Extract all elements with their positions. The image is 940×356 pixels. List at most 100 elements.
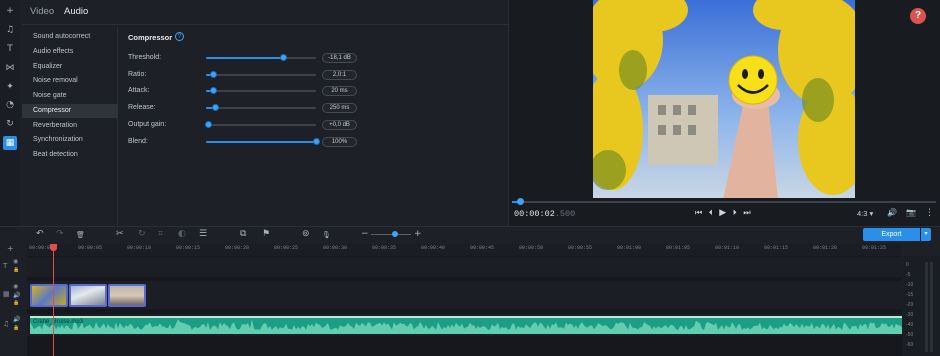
tab-audio[interactable]: Audio (64, 6, 88, 17)
color-adjust-icon[interactable]: ◐ (178, 229, 186, 239)
skip-start-icon[interactable]: ⏮ (695, 208, 702, 217)
zoom-out-button[interactable]: − (361, 229, 369, 239)
redo-icon[interactable]: ↷ (56, 229, 64, 239)
output-gain-value[interactable]: +0,0 dB (322, 120, 357, 130)
tab-divider (22, 24, 508, 25)
undo-icon[interactable]: ↶ (36, 229, 44, 239)
add-track-icon[interactable]: + (7, 244, 14, 253)
microphone-icon[interactable]: 🎙 (322, 231, 331, 239)
overlay-icon[interactable]: ⧉ (240, 229, 246, 239)
blend-value[interactable]: 100% (322, 137, 357, 147)
zoom-slider[interactable] (371, 231, 411, 237)
help-icon[interactable]: ? (175, 32, 184, 41)
transitions-icon[interactable]: ⋈ (3, 61, 17, 75)
video-track-lane[interactable] (27, 281, 902, 309)
volume-icon[interactable]: 🔊 (13, 292, 20, 299)
sidebar-item-compressor[interactable]: Compressor (22, 104, 118, 118)
export-dropdown-icon[interactable]: ▾ (921, 228, 931, 241)
ruler-tick-label: 00:01:10 (715, 245, 740, 251)
snapshot-icon[interactable]: 📷 (906, 208, 916, 217)
video-clip-2[interactable] (69, 284, 107, 307)
sidebar-item-synchronization[interactable]: Synchronization (22, 133, 118, 147)
output-gain-slider[interactable] (205, 121, 316, 128)
preview-frame-image (593, 0, 855, 198)
aspect-ratio-select[interactable]: 4:3 ▾ (857, 209, 873, 218)
title-track-lane[interactable] (27, 257, 902, 277)
more-icon[interactable]: ⋮ (925, 208, 934, 218)
transport-controls: ⏮ ⏴ ▶ ⏵ ⏭ (695, 208, 751, 218)
meter-scale-label: -20 (906, 302, 914, 308)
sidebar-item-noise-removal[interactable]: Noise removal (22, 74, 118, 88)
slider-knob[interactable] (205, 121, 213, 128)
blend-slider[interactable] (206, 138, 320, 145)
record-icon[interactable]: ⊚ (302, 229, 310, 239)
export-button[interactable]: Export (863, 228, 920, 241)
slider-knob[interactable] (280, 54, 287, 61)
lock-icon[interactable]: 🔒 (13, 300, 19, 306)
titles-icon[interactable]: T (3, 42, 17, 56)
attack-value[interactable]: 20 ms (322, 86, 357, 96)
volume-icon[interactable]: 🔊 (887, 208, 897, 217)
lock-icon[interactable]: 🔒 (13, 267, 19, 273)
sidebar-item-sound-autocorrect[interactable]: Sound autocorrect (22, 30, 118, 44)
ruler-tick-label: 00:00:40 (421, 245, 446, 251)
attack-slider[interactable] (206, 87, 316, 94)
ruler-tick-label: 00:00:25 (274, 245, 299, 251)
ruler-tick-label: 00:00:45 (470, 245, 495, 251)
zoom-in-button[interactable]: + (414, 229, 422, 239)
ruler-tick-label: 00:01:25 (862, 245, 887, 251)
playhead-handle[interactable] (50, 244, 57, 251)
crop-icon[interactable]: ⌗ (158, 229, 163, 239)
effects-icon[interactable]: ▦ (3, 136, 17, 150)
marker-flag-icon[interactable]: ⚑ (262, 229, 270, 239)
magic-wand-icon[interactable]: ✦ (3, 80, 17, 94)
play-icon[interactable]: ▶ (719, 208, 726, 218)
meter-scale-label: -30 (906, 312, 914, 318)
sidebar-item-noise-gate[interactable]: Noise gate (22, 89, 118, 103)
video-clip-3[interactable] (108, 284, 146, 307)
slider-knob[interactable] (209, 87, 217, 94)
delete-icon[interactable]: 🗑 (76, 231, 85, 239)
clip-properties-icon[interactable]: ☰ (199, 229, 207, 239)
compressor-panel: Compressor ? Threshold: -18,1 dB Ratio: … (120, 27, 506, 227)
volume-icon[interactable]: 🔊 (13, 316, 20, 323)
stickers-icon[interactable]: ◔ (3, 98, 17, 112)
playhead[interactable] (53, 244, 54, 356)
slider-knob[interactable] (313, 138, 320, 145)
playback-progress[interactable] (512, 198, 936, 205)
sidebar-item-audio-effects[interactable]: Audio effects (22, 45, 118, 59)
panel-title: Compressor (128, 33, 173, 42)
sidebar-item-beat-detection[interactable]: Beat detection (22, 148, 118, 162)
step-back-icon[interactable]: ⏴ (709, 208, 713, 217)
skip-end-icon[interactable]: ⏭ (743, 208, 750, 217)
zoom-knob[interactable] (392, 231, 398, 237)
step-forward-icon[interactable]: ⏵ (733, 208, 737, 217)
slider-knob[interactable] (209, 71, 217, 78)
eye-icon[interactable]: ◉ (13, 258, 18, 265)
rotate-clip-icon[interactable]: ↻ (138, 229, 146, 239)
ratio-value[interactable]: 2,0:1 (322, 70, 357, 80)
release-slider[interactable] (206, 104, 316, 111)
video-preview (593, 0, 855, 198)
threshold-slider[interactable] (206, 54, 316, 61)
rotate-icon[interactable]: ↻ (3, 117, 17, 131)
ruler-tick-label: 00:01:20 (813, 245, 838, 251)
video-clip-1[interactable] (30, 284, 68, 307)
music-icon[interactable]: ♫ (3, 23, 17, 37)
audio-clip[interactable]: Crane_Bruise.mp3 (30, 316, 902, 334)
cut-icon[interactable]: ✂ (116, 229, 124, 239)
release-value[interactable]: 250 ms (322, 103, 357, 113)
eye-icon[interactable]: ◉ (13, 283, 18, 290)
threshold-value[interactable]: -18,1 dB (322, 53, 357, 63)
sidebar-item-reverberation[interactable]: Reverberation (22, 119, 118, 133)
app-window: + ♫ T ⋈ ✦ ◔ ↻ ▦ Video Audio Sound autoco… (0, 0, 940, 356)
help-button[interactable]: ? (910, 8, 926, 24)
meter-scale-label: -40 (906, 322, 914, 328)
tab-video[interactable]: Video (30, 6, 54, 17)
lock-icon[interactable]: 🔒 (13, 325, 19, 331)
sidebar-item-equalizer[interactable]: Equalizer (22, 60, 118, 74)
ratio-slider[interactable] (206, 71, 316, 78)
slider-knob[interactable] (211, 104, 219, 111)
meter-scale-label: 0 (906, 262, 909, 268)
add-media-icon[interactable]: + (3, 4, 17, 18)
